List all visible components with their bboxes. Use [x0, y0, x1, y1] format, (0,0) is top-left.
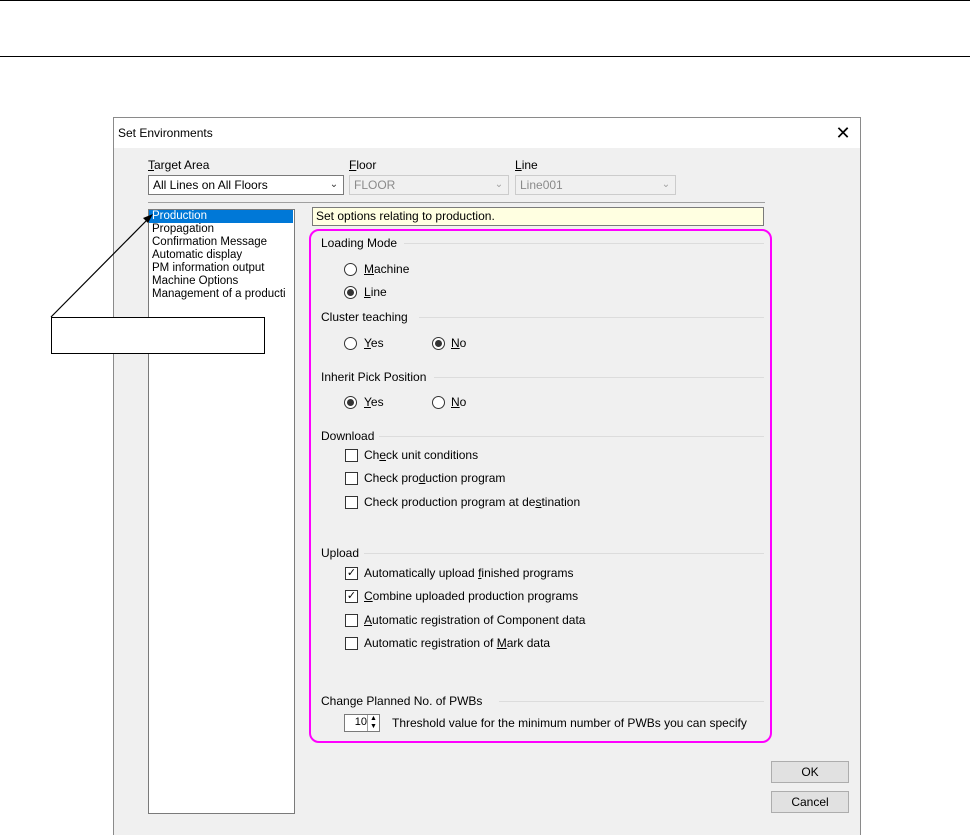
check-unit-conditions-checkbox[interactable] — [345, 449, 358, 462]
floor-dropdown[interactable]: FLOOR ⌄ — [349, 175, 509, 195]
pwb-threshold-spinner[interactable]: 10 ▲ ▼ — [344, 714, 380, 732]
cancel-button[interactable]: Cancel — [771, 791, 849, 813]
dialog-title: Set Environments — [118, 126, 213, 140]
check-production-program-label: Check production program — [364, 471, 506, 485]
check-program-destination-label: Check production program at destination — [364, 495, 581, 509]
reg-mark-checkbox[interactable] — [345, 637, 358, 650]
cluster-teaching-title: Cluster teaching — [321, 310, 408, 324]
loading-mode-title: Loading Mode — [321, 236, 398, 250]
planned-pwbs-divider — [499, 701, 764, 702]
ok-button[interactable]: OK — [771, 761, 849, 783]
target-area-value: All Lines on All Floors — [153, 178, 268, 192]
line-value: Line001 — [520, 178, 563, 192]
planned-pwbs-title: Change Planned No. of PWBs — [321, 694, 483, 708]
auto-upload-label: Automatically upload finished programs — [364, 566, 574, 580]
list-item[interactable]: Machine Options — [149, 275, 293, 288]
cluster-teaching-divider — [419, 317, 764, 318]
options-highlight-frame — [309, 229, 772, 743]
line-dropdown[interactable]: Line001 ⌄ — [515, 175, 676, 195]
cluster-teaching-yes-label: Yes — [364, 336, 384, 350]
close-icon[interactable]: ✕ — [832, 123, 854, 143]
cluster-teaching-yes-radio[interactable] — [344, 337, 357, 350]
chevron-down-icon: ⌄ — [329, 179, 339, 190]
target-area-label: Target Area — [148, 158, 210, 172]
check-program-destination-checkbox[interactable] — [345, 496, 358, 509]
spin-down-icon[interactable]: ▼ — [368, 723, 379, 731]
category-description: Set options relating to production. — [312, 207, 764, 226]
reg-component-checkbox[interactable] — [345, 614, 358, 627]
set-environments-dialog: Set Environments ✕ Target Area All Lines… — [113, 117, 861, 835]
reg-mark-label: Automatic registration of Mark data — [364, 636, 551, 650]
cluster-teaching-no-radio[interactable] — [432, 337, 445, 350]
spin-up-icon[interactable]: ▲ — [368, 715, 379, 723]
loading-mode-machine-label: Machine — [364, 262, 410, 276]
list-item[interactable]: PM information output — [149, 262, 293, 275]
inherit-pick-yes-label: Yes — [364, 395, 384, 409]
pwb-threshold-value: 10 — [354, 716, 367, 728]
list-item[interactable]: Confirmation Message — [149, 236, 293, 249]
inherit-pick-divider — [434, 377, 764, 378]
combine-programs-label: Combine uploaded production programs — [364, 589, 579, 603]
upload-title: Upload — [321, 546, 360, 560]
loading-mode-line-radio[interactable] — [344, 286, 357, 299]
cluster-teaching-no-label: No — [451, 336, 467, 350]
download-title: Download — [321, 429, 375, 443]
spinner-arrows[interactable]: ▲ ▼ — [367, 715, 379, 731]
header-separator — [148, 202, 765, 203]
floor-label: Floor — [349, 158, 377, 172]
list-item[interactable]: Automatic display — [149, 249, 293, 262]
inherit-pick-title: Inherit Pick Position — [321, 370, 427, 384]
category-list[interactable]: Production Propagation Confirmation Messag… — [148, 209, 295, 814]
inherit-pick-no-radio[interactable] — [432, 396, 445, 409]
target-area-dropdown[interactable]: All Lines on All Floors ⌄ — [148, 175, 344, 195]
list-item[interactable]: Management of a producti — [149, 288, 293, 301]
auto-upload-checkbox[interactable]: ✓ — [345, 567, 358, 580]
reg-component-label: Automatic registration of Component data — [364, 613, 586, 627]
page-top-rule — [0, 0, 970, 1]
loading-mode-divider — [404, 243, 764, 244]
download-divider — [379, 436, 764, 437]
line-label: Line — [515, 158, 538, 172]
check-production-program-checkbox[interactable] — [345, 472, 358, 485]
page-header-rule — [0, 56, 970, 57]
inherit-pick-no-label: No — [451, 395, 467, 409]
callout-box — [51, 317, 265, 354]
inherit-pick-yes-radio[interactable] — [344, 396, 357, 409]
upload-divider — [364, 553, 764, 554]
chevron-down-icon: ⌄ — [494, 179, 504, 190]
dialog-titlebar: Set Environments ✕ — [114, 118, 860, 148]
list-item[interactable]: Production — [149, 210, 293, 223]
check-unit-conditions-label: Check unit conditions — [364, 448, 479, 462]
list-item[interactable]: Propagation — [149, 223, 293, 236]
pwb-threshold-description: Threshold value for the minimum number o… — [392, 716, 747, 730]
floor-value: FLOOR — [354, 178, 396, 192]
loading-mode-machine-radio[interactable] — [344, 263, 357, 276]
chevron-down-icon: ⌄ — [661, 179, 671, 190]
combine-programs-checkbox[interactable]: ✓ — [345, 590, 358, 603]
loading-mode-line-label: Line — [364, 285, 387, 299]
